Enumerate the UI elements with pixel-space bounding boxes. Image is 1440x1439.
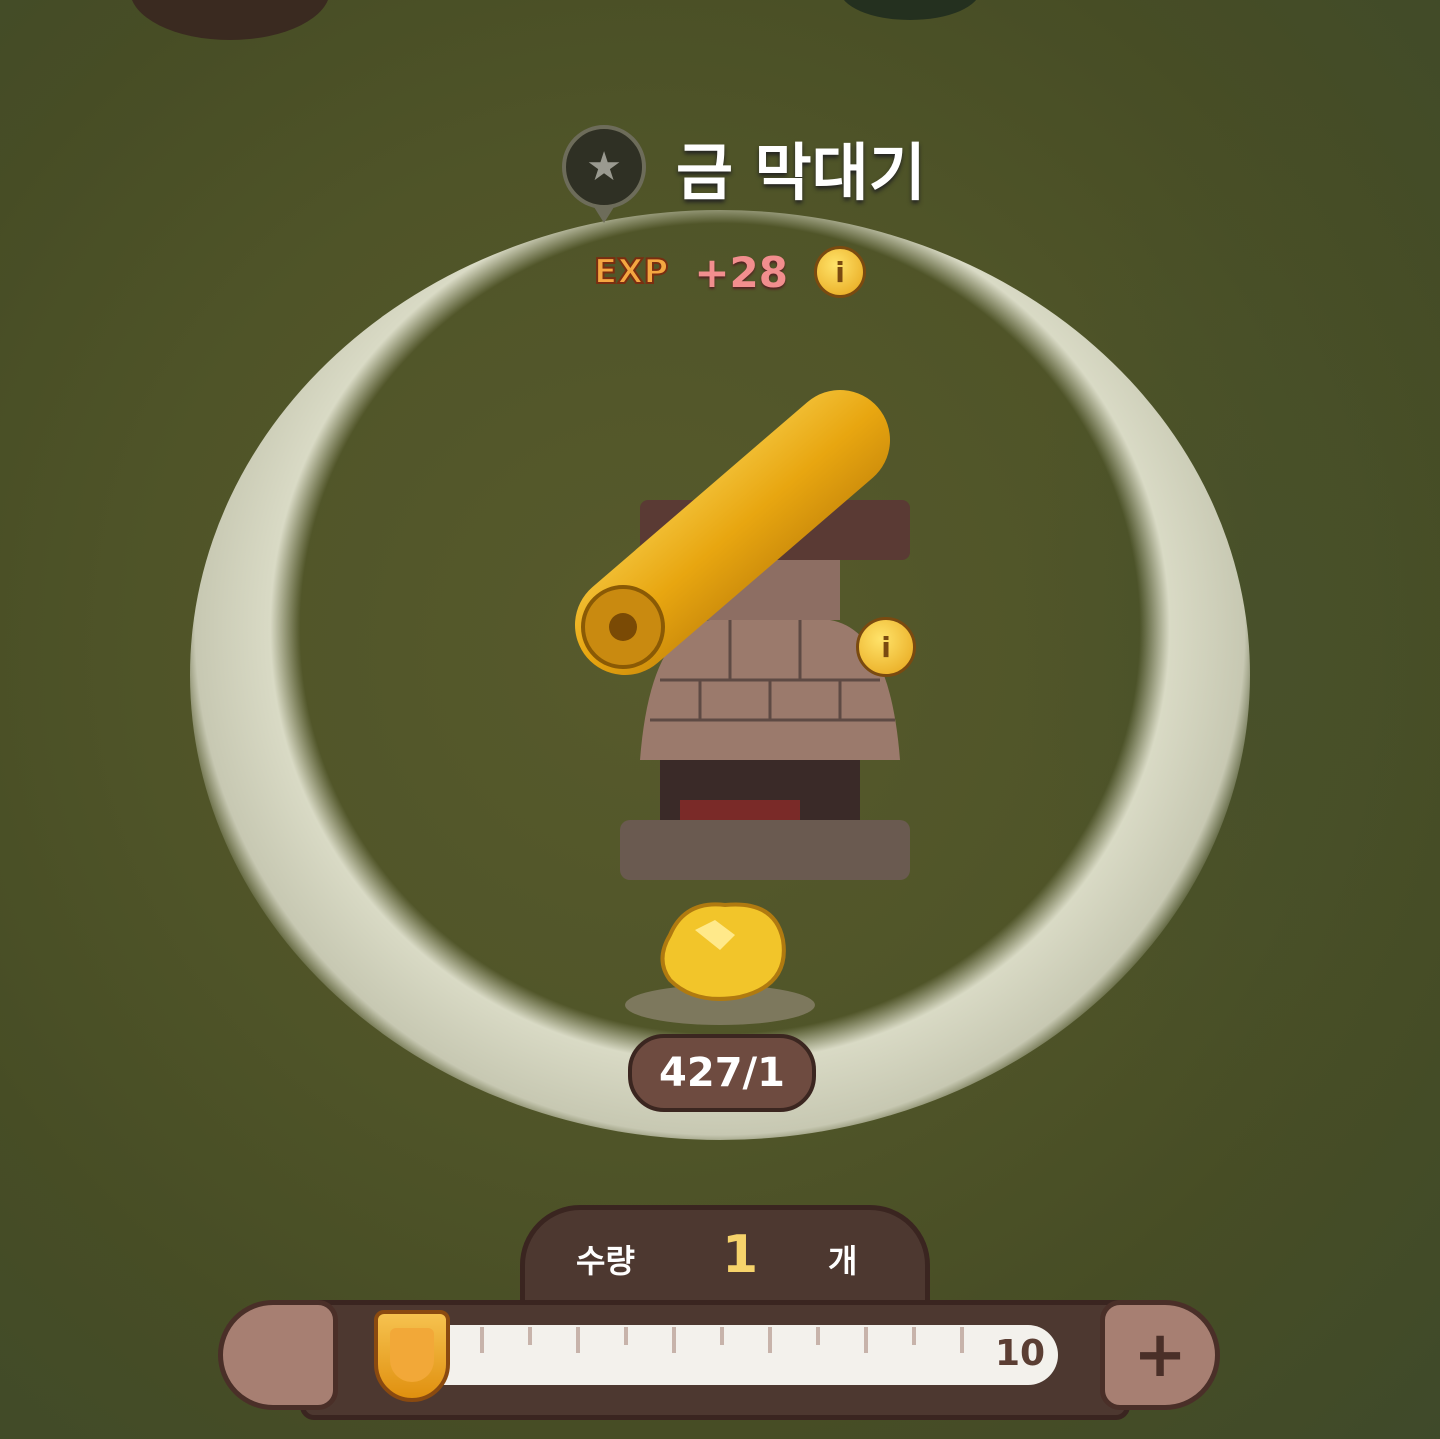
slider-tick: [960, 1327, 964, 1353]
slider-tick: [672, 1327, 676, 1353]
gold-bar-icon: [575, 390, 890, 675]
exp-value: +28: [694, 247, 788, 297]
slider-tick: [768, 1327, 772, 1353]
slider-tick: [480, 1327, 484, 1353]
star-pin-icon[interactable]: ★: [562, 125, 646, 223]
slider-tick: [816, 1327, 820, 1345]
info-icon[interactable]: i: [856, 617, 916, 677]
exp-label: EXP: [593, 251, 669, 293]
info-icon[interactable]: i: [814, 246, 866, 298]
quantity-value: 1: [722, 1225, 759, 1285]
item-header: ★ 금 막대기: [562, 122, 926, 223]
slider-tick: [624, 1327, 628, 1345]
background-object: [130, 0, 330, 40]
gold-nugget-icon: [660, 902, 786, 1001]
material-count-badge: 427/1: [628, 1034, 816, 1112]
quantity-label: 수량: [576, 1242, 635, 1280]
decrease-button[interactable]: [218, 1300, 338, 1410]
slider-max-label: 10: [995, 1333, 1046, 1374]
quantity-unit: 개: [828, 1242, 858, 1280]
plus-icon: +: [1133, 1318, 1187, 1392]
item-name: 금 막대기: [676, 136, 926, 209]
background-object: [840, 0, 980, 20]
slider-tick: [864, 1327, 868, 1353]
slider-tick: [912, 1327, 916, 1345]
slider-tick: [528, 1327, 532, 1345]
increase-button[interactable]: +: [1100, 1300, 1220, 1410]
quantity-slider-thumb[interactable]: [374, 1310, 450, 1402]
exp-reward: EXP +28 i: [593, 246, 866, 298]
slider-tick: [576, 1327, 580, 1353]
slider-tick: [720, 1327, 724, 1345]
